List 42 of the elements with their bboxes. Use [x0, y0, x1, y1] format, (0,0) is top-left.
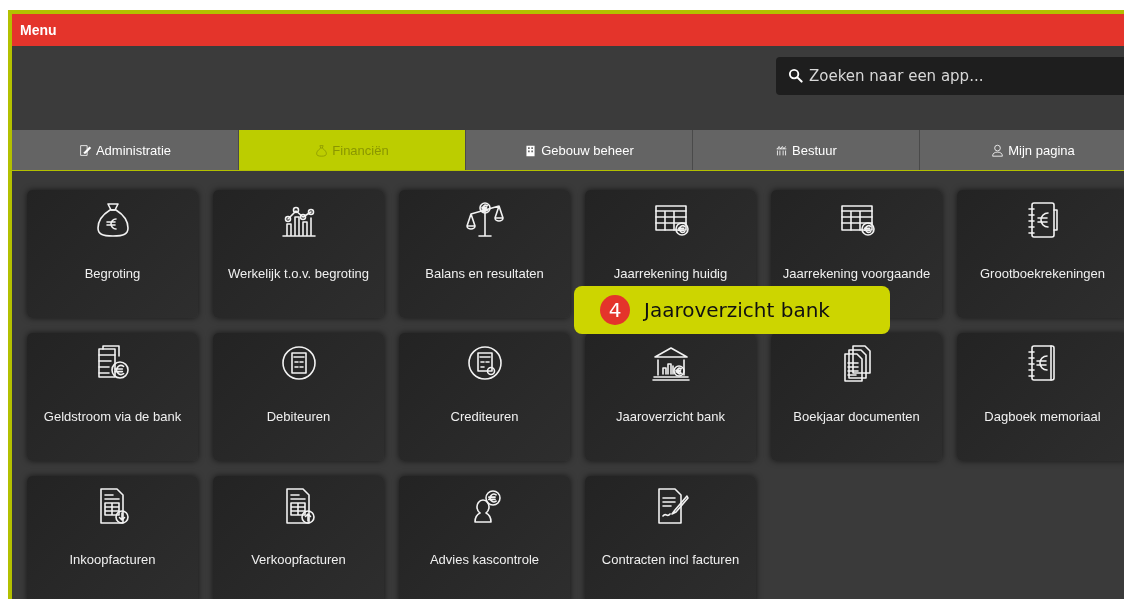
app-tile[interactable]: Jaaroverzicht bank: [585, 333, 756, 461]
app-tile[interactable]: Inkoopfacturen: [27, 476, 198, 599]
app-label: Debiteuren: [266, 409, 331, 424]
app-label: Inkoopfacturen: [69, 552, 156, 567]
app-label: Balans en resultaten: [425, 266, 544, 281]
tab[interactable]: Administratie: [12, 130, 239, 170]
tab[interactable]: Bestuur: [693, 130, 920, 170]
person-icon: [991, 143, 1005, 157]
tab[interactable]: Mijn pagina: [920, 130, 1124, 170]
app-tile[interactable]: Advies kascontrole: [399, 476, 570, 599]
app-label: Boekjaar documenten: [793, 409, 920, 424]
app-label: Begroting: [84, 266, 141, 281]
app-tile[interactable]: Debiteuren: [213, 333, 384, 461]
app-label: Werkelijk t.o.v. begroting: [227, 266, 370, 281]
app-label: Verkoopfacturen: [251, 552, 346, 567]
scales-icon: [464, 200, 505, 240]
app-label: Grootboekrekeningen: [980, 266, 1105, 281]
app-tile[interactable]: Begroting: [27, 190, 198, 318]
edit-icon: [78, 143, 92, 157]
app-tile[interactable]: Dagboek memoriaal: [957, 333, 1124, 461]
app-tile[interactable]: Verkoopfacturen: [213, 476, 384, 599]
app-label: Geldstroom via de bank: [43, 409, 182, 424]
app-label: Crediteuren: [450, 409, 519, 424]
tab[interactable]: Gebouw beheer: [466, 130, 693, 170]
app-tile[interactable]: Werkelijk t.o.v. begroting: [213, 190, 384, 318]
app-label: Jaarrekening huidig: [613, 266, 728, 281]
app-tile[interactable]: Boekjaar documenten: [771, 333, 942, 461]
app-tile[interactable]: Grootboekrekeningen: [957, 190, 1124, 318]
search-field[interactable]: Zoeken naar een app...: [776, 57, 1124, 95]
app-label: Dagboek memoriaal: [984, 409, 1101, 424]
app-label: Contracten incl facturen: [601, 552, 740, 567]
window-title: Menu: [20, 22, 57, 38]
app-tile[interactable]: Balans en resultaten: [399, 190, 570, 318]
app-tile[interactable]: Contracten incl facturen: [585, 476, 756, 599]
number-badge: 4: [600, 295, 630, 325]
bag-icon: [315, 143, 329, 157]
app-tile[interactable]: Crediteuren: [399, 333, 570, 461]
app-label: Jaarrekening voorgaande: [782, 266, 931, 281]
app-label: Jaaroverzicht bank: [615, 409, 726, 424]
app-label: Advies kascontrole: [429, 552, 540, 567]
building-icon: [524, 143, 538, 157]
app-tile[interactable]: Geldstroom via de bank: [27, 333, 198, 461]
